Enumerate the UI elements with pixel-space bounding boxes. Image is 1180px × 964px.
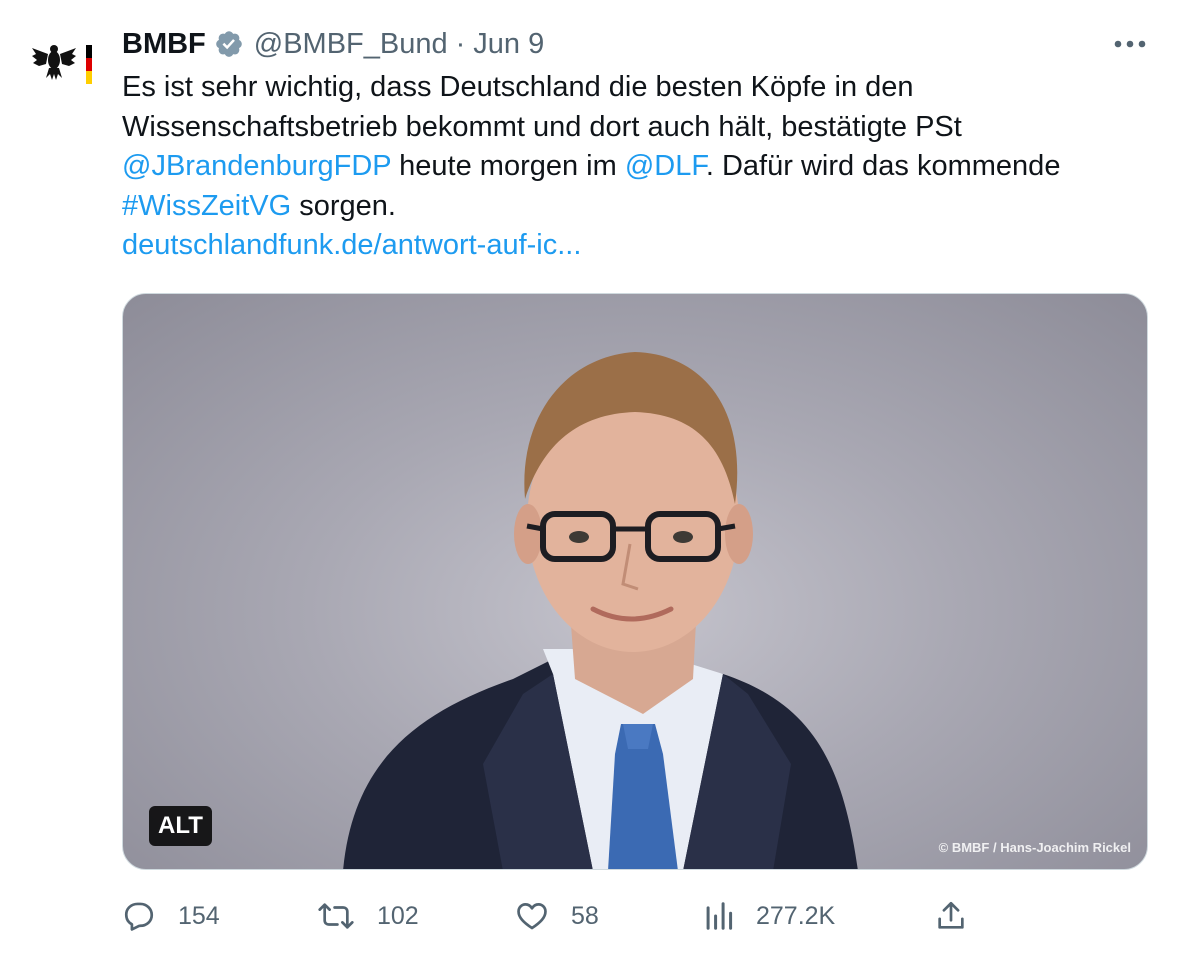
share-button[interactable]	[934, 894, 968, 938]
reply-button[interactable]: 154	[122, 894, 220, 938]
tweet-photo[interactable]: ALT © BMBF / Hans-Joachim Rickel	[122, 293, 1148, 870]
like-button[interactable]: 58	[515, 894, 599, 938]
mention-dlf[interactable]: @DLF	[625, 150, 706, 182]
retweet-icon	[318, 903, 354, 929]
views-button[interactable]: 277.2K	[704, 894, 835, 938]
heart-icon	[517, 903, 547, 930]
tweet-text-fragment: sorgen.	[291, 189, 396, 222]
author-name[interactable]: BMBF	[122, 28, 206, 61]
view-count: 277.2K	[756, 901, 836, 930]
tweet-text-line-5: deutschlandfunk.de/antwort-auf-ic...	[122, 226, 1132, 266]
tweet-text-line-2: Wissenschaftsbetrieb bekommt und dort au…	[122, 110, 962, 143]
article-link[interactable]: deutschlandfunk.de/antwort-auf-ic...	[122, 229, 581, 261]
portrait-photo-image	[343, 352, 858, 869]
author-handle[interactable]: @BMBF_Bund	[254, 28, 448, 61]
like-count: 58	[571, 901, 599, 930]
avatar[interactable]	[22, 26, 100, 104]
tweet-text-fragment: . Dafür wird das kommende	[705, 150, 1061, 182]
tweet-text-line-1: Es ist sehr wichtig, dass Deutschland di…	[122, 71, 914, 103]
analytics-bars-icon	[706, 902, 733, 930]
tweet-text-line-3: @JBrandenburgFDP heute morgen im @DLF. D…	[122, 147, 1132, 187]
reply-count: 154	[178, 901, 220, 930]
reply-icon	[124, 902, 154, 931]
tweet-text: Es ist sehr wichtig, dass Deutschland di…	[122, 68, 1132, 266]
photo-credit: © BMBF / Hans-Joachim Rickel	[938, 840, 1131, 855]
tweet-text-fragment: heute morgen im	[391, 150, 625, 182]
verified-badge-icon	[215, 31, 242, 57]
tweet-date[interactable]: Jun 9	[473, 28, 544, 61]
more-options-button[interactable]	[1110, 26, 1150, 62]
retweet-count: 102	[377, 901, 419, 930]
more-horizontal-icon	[1114, 40, 1146, 48]
hashtag-wisszeitvg[interactable]: #WissZeitVG	[122, 190, 291, 222]
tweet-header: BMBF @BMBF_Bund · Jun 9	[122, 26, 544, 62]
tweet-text-line-4: #WissZeitVG sorgen.	[122, 187, 1132, 227]
mention-jbrandenburgfdp[interactable]: @JBrandenburgFDP	[122, 150, 391, 182]
alt-text-badge[interactable]: ALT	[149, 806, 212, 846]
share-icon	[938, 901, 964, 929]
tweet-actions-bar: 154 102 58 277.2K	[122, 894, 1152, 938]
retweet-button[interactable]: 102	[317, 894, 419, 938]
header-separator: ·	[455, 27, 466, 60]
german-eagle-flag-icon	[32, 45, 92, 84]
